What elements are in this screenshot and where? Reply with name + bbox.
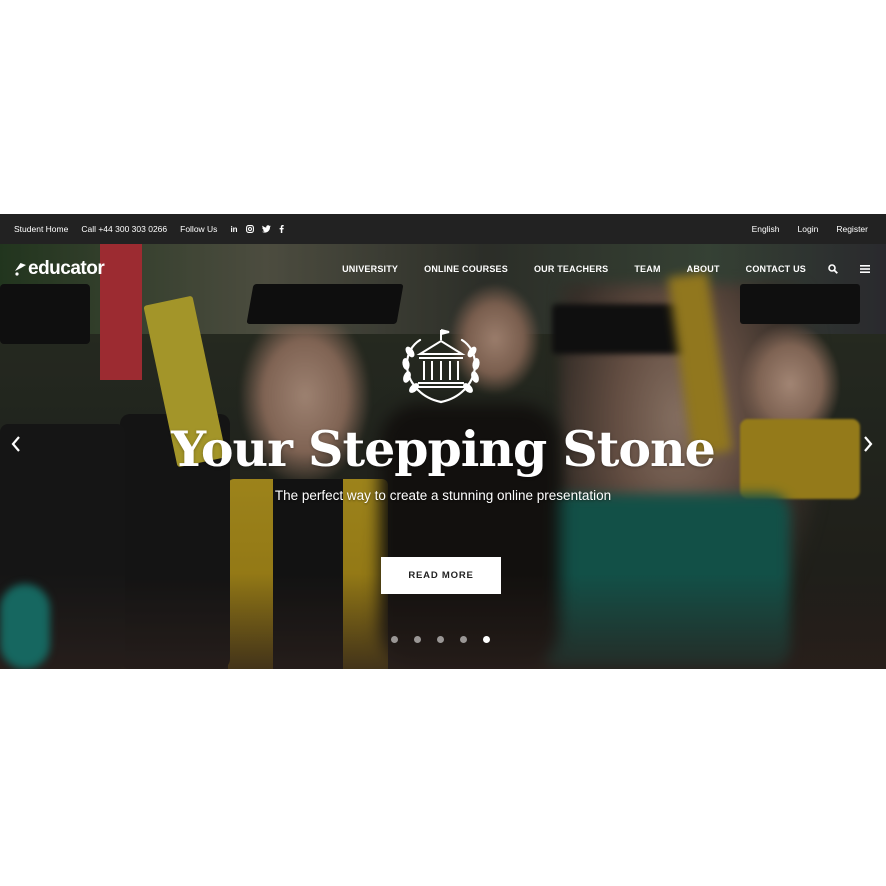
twitter-icon[interactable] <box>261 225 271 233</box>
slider-next-arrow-icon[interactable] <box>862 435 874 458</box>
phone-link[interactable]: Call +44 300 303 0266 <box>81 224 167 234</box>
menu-icon[interactable] <box>860 265 870 273</box>
hero-slider: educator UNIVERSITY ONLINE COURSES OUR T… <box>0 244 886 669</box>
slider-pagination <box>391 636 506 643</box>
main-nav: UNIVERSITY ONLINE COURSES OUR TEACHERS T… <box>342 264 870 274</box>
language-selector[interactable]: English <box>752 224 780 234</box>
linkedin-icon[interactable]: in <box>230 225 237 234</box>
student-home-link[interactable]: Student Home <box>14 224 68 234</box>
slider-prev-arrow-icon[interactable] <box>10 435 22 458</box>
nav-university[interactable]: UNIVERSITY <box>342 264 398 274</box>
top-bar-right: English Login Register <box>734 224 868 234</box>
nav-contact-us[interactable]: CONTACT US <box>746 264 806 274</box>
login-link[interactable]: Login <box>798 224 819 234</box>
slider-dot-2[interactable] <box>414 636 421 643</box>
logo-mark-icon <box>15 262 26 276</box>
search-icon[interactable] <box>828 264 838 274</box>
site-logo[interactable]: educator <box>14 258 105 280</box>
top-bar: Student Home Call +44 300 303 0266 Follo… <box>0 214 886 244</box>
instagram-icon[interactable] <box>245 225 254 233</box>
read-more-button[interactable]: READ MORE <box>381 557 501 594</box>
follow-us-label: Follow Us <box>180 224 218 234</box>
nav-our-teachers[interactable]: OUR TEACHERS <box>534 264 608 274</box>
nav-team[interactable]: TEAM <box>634 264 660 274</box>
slider-dot-3[interactable] <box>437 636 444 643</box>
facebook-icon[interactable] <box>279 225 284 233</box>
nav-about[interactable]: ABOUT <box>687 264 720 274</box>
top-bar-left: Student Home Call +44 300 303 0266 Follo… <box>14 224 288 234</box>
slider-dot-1[interactable] <box>391 636 398 643</box>
social-links: in <box>226 225 287 234</box>
hero-title: Your Stepping Stone <box>171 420 716 478</box>
nav-online-courses[interactable]: ONLINE COURSES <box>424 264 508 274</box>
logo-text: educator <box>28 258 105 279</box>
register-link[interactable]: Register <box>836 224 868 234</box>
university-building-laurel-icon <box>396 326 486 411</box>
hero-subtitle: The perfect way to create a stunning onl… <box>274 488 612 503</box>
slider-dot-5-active[interactable] <box>483 636 490 643</box>
website: Student Home Call +44 300 303 0266 Follo… <box>0 214 886 669</box>
slider-dot-4[interactable] <box>460 636 467 643</box>
